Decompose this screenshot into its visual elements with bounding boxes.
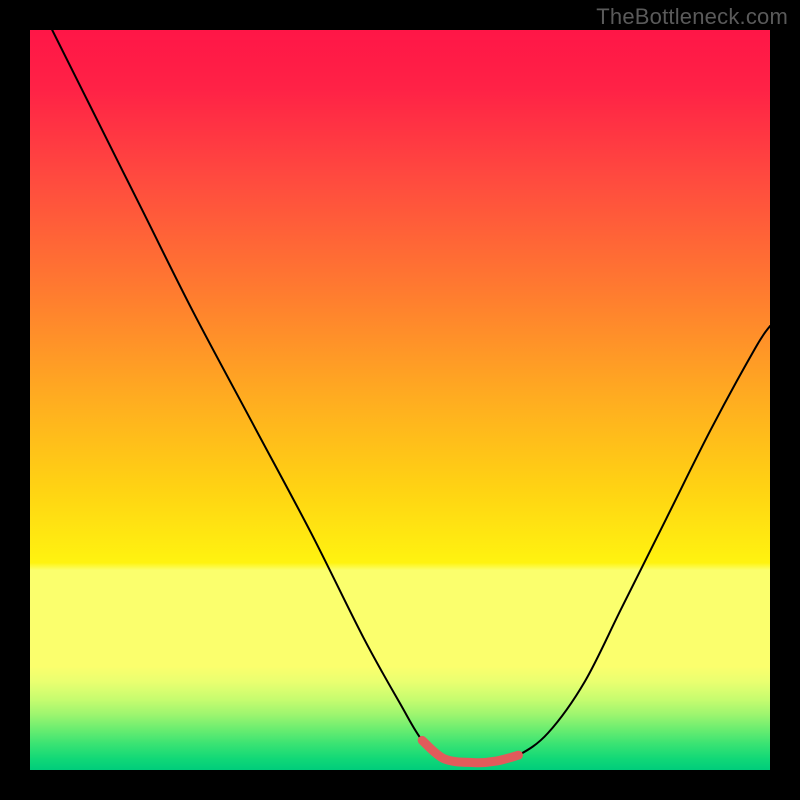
gradient-background: [30, 30, 770, 770]
chart-svg: [30, 30, 770, 770]
chart-container: TheBottleneck.com: [0, 0, 800, 800]
watermark-text: TheBottleneck.com: [596, 4, 788, 30]
